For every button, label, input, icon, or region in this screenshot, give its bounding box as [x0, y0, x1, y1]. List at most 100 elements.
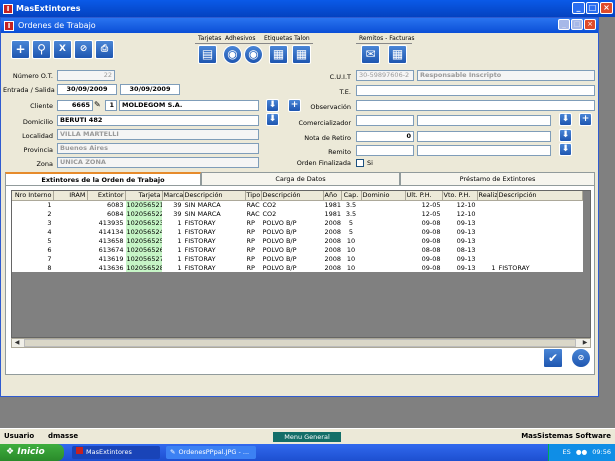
table-row[interactable]: 8 413636 102056528 1 FISTORAY RP POLVO B/P 2008…: [12, 263, 583, 272]
column-header[interactable]: Realiz.: [477, 191, 498, 201]
window-restore-button[interactable]: □: [571, 19, 583, 30]
column-header[interactable]: Cap.: [341, 191, 362, 201]
column-header[interactable]: Descripción: [183, 191, 246, 201]
nota-retiro-field[interactable]: 0: [356, 131, 414, 142]
cliente-name-field[interactable]: MOLDEGOM S.A.: [119, 100, 259, 111]
column-header[interactable]: Vto. P.H.: [442, 191, 478, 201]
app-title-bar: I MasExtintores _ □ ×: [0, 0, 615, 17]
table-cell: 09-13: [442, 236, 478, 245]
comercializador-field[interactable]: [417, 115, 551, 126]
column-header[interactable]: Nro Interno: [12, 191, 54, 201]
app-maximize-button[interactable]: □: [586, 2, 599, 14]
table-cell: 3.5: [341, 200, 362, 209]
table-row[interactable]: 1 6083 102056521 39 SIN MARCA RAC CO2 1981 3.5 12…: [12, 200, 583, 209]
te-label: T.E.: [339, 88, 351, 96]
column-header[interactable]: IRAM: [53, 191, 88, 201]
table-cell: [361, 236, 406, 245]
table-cell: 6083: [87, 200, 126, 209]
column-header[interactable]: Descripción: [261, 191, 324, 201]
cancel-order-button[interactable]: ⊘: [74, 40, 93, 59]
menu-general-button[interactable]: Menu General: [273, 432, 341, 442]
table-cell: POLVO B/P: [261, 236, 324, 245]
column-header[interactable]: Tipo: [245, 191, 262, 201]
numero-ot-field[interactable]: 22: [57, 70, 115, 81]
adhesivo-button-2[interactable]: ◉: [244, 45, 263, 64]
domicilio-down-button[interactable]: ⬇: [266, 113, 279, 126]
start-button[interactable]: ❖ Inicio: [0, 444, 64, 461]
condicion-iva-field[interactable]: Responsable Inscripto: [417, 70, 595, 81]
column-header[interactable]: Año: [323, 191, 342, 201]
te-field[interactable]: [356, 85, 595, 96]
tab-extintores[interactable]: Extintores de la Orden de Trabajo: [5, 172, 201, 186]
scroll-thumb[interactable]: [24, 339, 576, 347]
entrada-date-field[interactable]: 30/09/2009: [57, 84, 117, 95]
zona-field[interactable]: UNICA ZONA: [57, 157, 259, 168]
language-indicator[interactable]: ES: [563, 448, 571, 456]
factura-button[interactable]: ▦: [388, 45, 407, 64]
add-button[interactable]: +: [11, 40, 30, 59]
orden-finalizada-checkbox[interactable]: [356, 159, 364, 167]
taskbar-item-image[interactable]: ✎ OrdenesPPpal.JPG - ...: [166, 446, 256, 459]
table-row[interactable]: 5 413658 102056525 1 FISTORAY RP POLVO B/P 2008…: [12, 236, 583, 245]
app-close-button[interactable]: ×: [600, 2, 613, 14]
localidad-field[interactable]: VILLA MARTELLI: [57, 129, 259, 140]
column-header[interactable]: Extintor: [87, 191, 126, 201]
tarjetas-button[interactable]: ▤: [198, 45, 217, 64]
entrada-salida-label: Entrada / Salida: [3, 86, 55, 94]
taskbar-item-masextintores[interactable]: MasExtintores: [72, 446, 160, 459]
etiqueta-button-1[interactable]: ▦: [269, 45, 288, 64]
comercializador-code-field[interactable]: [356, 115, 414, 126]
print-button[interactable]: ⎙: [95, 40, 114, 59]
app-minimize-button[interactable]: _: [572, 2, 585, 14]
remito-field[interactable]: [356, 145, 414, 156]
table-row[interactable]: 7 413619 102056527 1 FISTORAY RP POLVO B/P 2008…: [12, 254, 583, 263]
scroll-left-icon[interactable]: ◀: [12, 339, 22, 347]
domicilio-field[interactable]: BERUTI 482: [57, 115, 259, 126]
scroll-right-icon[interactable]: ▶: [580, 339, 590, 347]
remito-button[interactable]: ✉: [361, 45, 380, 64]
comercializador-down-button[interactable]: ⬇: [559, 113, 572, 126]
window-minimize-button[interactable]: _: [558, 19, 570, 30]
cliente-down-button[interactable]: ⬇: [266, 99, 279, 112]
exit-button[interactable]: ⊘: [571, 348, 591, 368]
cliente-code-field[interactable]: 6665: [57, 100, 93, 111]
system-tray: ES ●● 09:56: [548, 444, 615, 461]
column-header[interactable]: Dominio: [361, 191, 406, 201]
grid-hscroll[interactable]: ◀ ▶: [11, 338, 591, 348]
search-button[interactable]: ⚲: [32, 40, 51, 59]
provincia-field[interactable]: Buenos Aires: [57, 143, 259, 154]
provincia-label: Provincia: [23, 146, 53, 154]
cliente-suffix-field[interactable]: 1: [105, 100, 117, 111]
table-cell: 2008: [323, 263, 342, 272]
column-header[interactable]: Ult. P.H.: [405, 191, 443, 201]
app-window-controls: _ □ ×: [572, 2, 613, 14]
tab-carga-datos[interactable]: Carga de Datos: [201, 172, 400, 185]
cuit-field[interactable]: 30-59897606-2: [356, 70, 414, 81]
remito-desc-field[interactable]: [417, 145, 551, 156]
salida-date-field[interactable]: 30/09/2009: [120, 84, 180, 95]
table-cell: 414134: [87, 227, 126, 236]
table-cell: [361, 218, 406, 227]
stop-icon: ⊘: [79, 44, 88, 54]
zona-label: Zona: [36, 160, 53, 168]
label-icon: ▦: [272, 47, 285, 61]
export-button[interactable]: X: [53, 40, 72, 59]
window-close-button[interactable]: ×: [584, 19, 596, 30]
confirm-button[interactable]: ✔: [543, 348, 563, 368]
comercializador-add-button[interactable]: +: [579, 113, 592, 126]
pencil-icon[interactable]: ✎: [94, 100, 104, 111]
nota-retiro-desc-field[interactable]: [417, 131, 551, 142]
nota-retiro-down-button[interactable]: ⬇: [559, 129, 572, 142]
column-header[interactable]: Descripción: [497, 191, 583, 201]
table-row[interactable]: 4 414134 102056524 1 FISTORAY RP POLVO B/P 2008…: [12, 227, 583, 236]
table-row[interactable]: 6 613674 102056526 1 FISTORAY RP POLVO B/P 2008…: [12, 245, 583, 254]
table-row[interactable]: 3 413935 102056523 1 FISTORAY RP POLVO B/P 2008…: [12, 218, 583, 227]
remito-down-button[interactable]: ⬇: [559, 143, 572, 156]
adhesivo-button-1[interactable]: ◉: [223, 45, 242, 64]
table-row[interactable]: 2 6084 102056522 39 SIN MARCA RAC CO2 1981 3.5 12…: [12, 209, 583, 218]
column-header[interactable]: Tarjeta: [125, 191, 163, 201]
tab-prestamo[interactable]: Préstamo de Extintores: [400, 172, 595, 185]
observacion-field[interactable]: [356, 100, 595, 111]
column-header[interactable]: Marca: [162, 191, 184, 201]
etiqueta-button-2[interactable]: ▦: [292, 45, 311, 64]
